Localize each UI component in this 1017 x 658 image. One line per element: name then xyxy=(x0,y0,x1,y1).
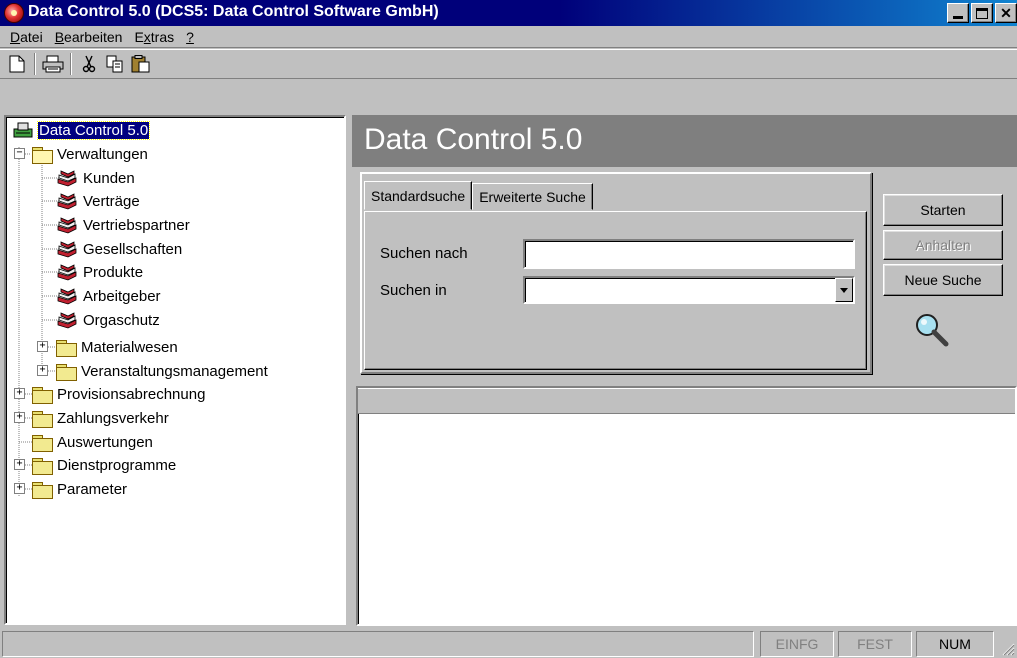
cut-button[interactable] xyxy=(76,52,102,76)
tab-erweiterte-suche[interactable]: Erweiterte Suche xyxy=(472,183,593,210)
tree-folder-auswertungen[interactable]: Auswertungen xyxy=(32,431,154,453)
menu-help[interactable]: ? xyxy=(180,29,200,45)
title-bar[interactable]: Data Control 5.0 (DCS5: Data Control Sof… xyxy=(0,0,1017,26)
tree-folder-provisionsabrechnung[interactable]: Provisionsabrechnung xyxy=(32,383,206,405)
paste-icon xyxy=(131,55,150,73)
tree-folder-parameter[interactable]: Parameter xyxy=(32,478,128,500)
tree-folder-materialwesen[interactable]: Materialwesen xyxy=(56,336,179,358)
print-button[interactable] xyxy=(40,52,66,76)
book-stack-icon xyxy=(57,288,77,305)
folder-icon xyxy=(56,363,77,381)
book-stack-icon xyxy=(57,312,77,329)
toolbar-separator xyxy=(34,53,36,75)
expand-parameter-icon[interactable]: + xyxy=(14,483,25,494)
app-window: Data Control 5.0 (DCS5: Data Control Sof… xyxy=(0,0,1017,658)
tree-item-arbeitgeber[interactable]: Arbeitgeber xyxy=(56,285,162,307)
expand-veranstaltungsmanagement-icon[interactable]: + xyxy=(37,365,48,376)
resize-grip-icon[interactable] xyxy=(1001,642,1015,656)
folder-icon xyxy=(32,434,53,452)
status-insert: EINFG xyxy=(760,631,834,657)
tree-item-vertriebspartner[interactable]: Vertriebspartner xyxy=(56,214,191,236)
new-search-button[interactable]: Neue Suche xyxy=(883,264,1003,296)
stop-button[interactable]: Anhalten xyxy=(883,230,1003,260)
results-list[interactable] xyxy=(356,386,1017,626)
minimize-icon xyxy=(953,15,963,19)
close-button[interactable]: ✕ xyxy=(995,3,1017,23)
navigation-tree[interactable]: Data Control 5.0 − Verwaltungen Kunden Ve… xyxy=(4,115,346,625)
maximize-button[interactable] xyxy=(971,3,993,23)
tree-item-kunden[interactable]: Kunden xyxy=(56,167,136,189)
app-logo-icon[interactable] xyxy=(4,3,24,23)
search-for-label: Suchen nach xyxy=(380,245,468,262)
tree-item-gesellschaften[interactable]: Gesellschaften xyxy=(56,238,183,260)
search-icon xyxy=(916,314,949,347)
status-bar: EINFG FEST NUM xyxy=(0,630,1017,658)
start-button[interactable]: Starten xyxy=(883,194,1003,226)
tree-folder-dienstprogramme[interactable]: Dienstprogramme xyxy=(32,454,177,476)
new-document-icon xyxy=(9,55,25,73)
tree-root[interactable]: Data Control 5.0 xyxy=(12,119,151,141)
folder-icon xyxy=(32,481,53,499)
menu-bearbeiten[interactable]: Bearbeiten xyxy=(49,29,129,45)
tree-item-produkte[interactable]: Produkte xyxy=(56,261,144,283)
tab-standardsuche[interactable]: Standardsuche xyxy=(364,181,473,210)
expand-dienstprogramme-icon[interactable]: + xyxy=(14,459,25,470)
folder-icon xyxy=(32,410,53,428)
new-button[interactable] xyxy=(4,52,30,76)
search-in-select[interactable] xyxy=(523,276,855,304)
page-title: Data Control 5.0 xyxy=(364,123,583,156)
menu-extras[interactable]: Extras xyxy=(128,29,180,45)
database-icon xyxy=(13,122,33,138)
book-stack-icon xyxy=(57,241,77,258)
print-icon xyxy=(42,55,64,73)
search-tabs: Standardsuche Erweiterte Suche xyxy=(364,181,593,212)
window-controls: ✕ xyxy=(945,3,1017,23)
maximize-icon xyxy=(976,7,988,19)
status-caps: FEST xyxy=(838,631,912,657)
menu-bar: Datei Bearbeiten Extras ? xyxy=(0,26,1017,48)
toolbar xyxy=(0,49,1017,79)
status-message xyxy=(2,631,754,657)
expand-provisionsabrechnung-icon[interactable]: + xyxy=(14,388,25,399)
window-title: Data Control 5.0 (DCS5: Data Control Sof… xyxy=(28,3,439,20)
tree-folder-veranstaltungsmanagement[interactable]: Veranstaltungsmanagement xyxy=(56,360,269,382)
results-column-header[interactable] xyxy=(358,388,1015,414)
expand-materialwesen-icon[interactable]: + xyxy=(37,341,48,352)
menu-datei[interactable]: Datei xyxy=(4,29,49,45)
close-icon: ✕ xyxy=(1000,4,1012,21)
folder-open-icon xyxy=(32,146,53,164)
folder-icon xyxy=(32,386,53,404)
collapse-verwaltungen-icon[interactable]: − xyxy=(14,148,25,159)
paste-button[interactable] xyxy=(128,52,154,76)
tree-item-vertr-ge[interactable]: Verträge xyxy=(56,190,141,212)
book-stack-icon xyxy=(57,170,77,187)
copy-button[interactable] xyxy=(102,52,128,76)
header-band: Data Control 5.0 xyxy=(352,115,1017,167)
book-stack-icon xyxy=(57,193,77,210)
tree-root-label: Data Control 5.0 xyxy=(36,120,151,140)
folder-icon xyxy=(56,339,77,357)
book-stack-icon xyxy=(57,264,77,281)
minimize-button[interactable] xyxy=(947,3,969,23)
folder-icon xyxy=(32,457,53,475)
search-in-label: Suchen in xyxy=(380,282,447,299)
expand-zahlungsverkehr-icon[interactable]: + xyxy=(14,412,25,423)
copy-icon xyxy=(106,55,123,73)
tree-folder-verwaltungen[interactable]: Verwaltungen xyxy=(32,143,149,165)
status-num: NUM xyxy=(916,631,994,657)
toolbar-separator xyxy=(70,53,72,75)
tree-item-orgaschutz[interactable]: Orgaschutz xyxy=(56,309,161,331)
tree-folder-zahlungsverkehr[interactable]: Zahlungsverkehr xyxy=(32,407,170,429)
cut-icon xyxy=(82,55,96,73)
book-stack-icon xyxy=(57,217,77,234)
chevron-down-icon[interactable] xyxy=(835,278,853,302)
search-for-input[interactable] xyxy=(523,239,855,269)
